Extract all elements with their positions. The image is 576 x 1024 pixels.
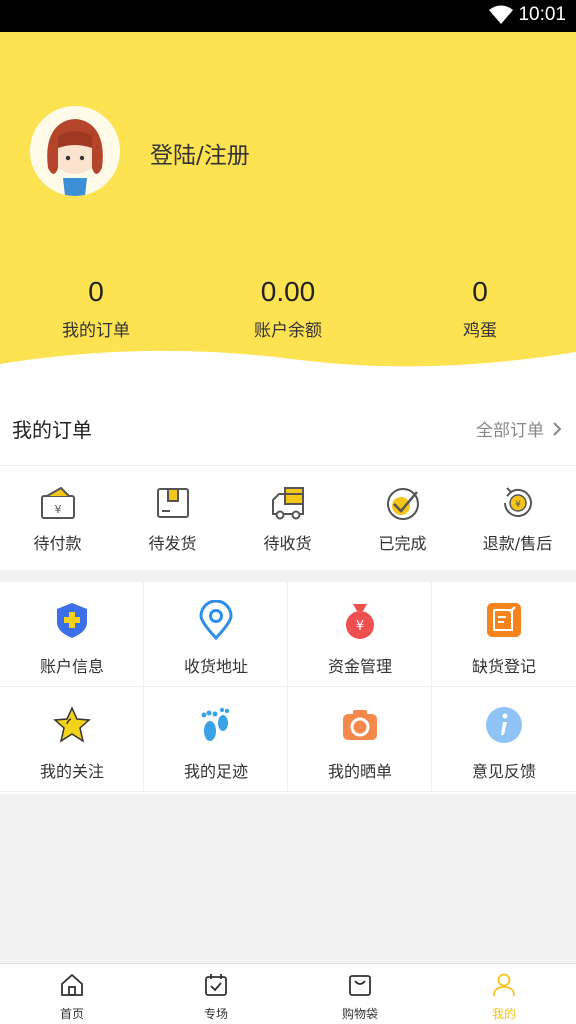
calendar-check-icon — [205, 974, 227, 996]
grid-funds[interactable]: ¥ 资金管理 — [288, 582, 432, 687]
person-icon — [493, 973, 515, 997]
check-circle-icon — [387, 488, 419, 520]
home-icon — [61, 973, 83, 996]
grid-stockout-label: 缺货登记 — [471, 657, 536, 676]
order-pending-receipt-label: 待收货 — [263, 534, 312, 553]
delivery-truck-icon — [272, 487, 304, 520]
grid-account-info[interactable]: 账户信息 — [0, 582, 144, 687]
tab-home[interactable]: 首页 — [0, 964, 144, 1024]
location-pin-icon — [199, 600, 233, 640]
order-pending-shipment[interactable]: 待发货 — [115, 466, 230, 570]
grid-account-info-label: 账户信息 — [39, 657, 104, 676]
wallet-yen-icon: ¥ — [41, 486, 75, 519]
stat-eggs-value: 0 — [472, 276, 488, 307]
svg-text:¥: ¥ — [55, 503, 62, 516]
shield-plus-icon — [57, 603, 87, 638]
stat-balance[interactable]: 0.00 账户余额 — [192, 272, 384, 341]
stat-eggs[interactable]: 0 鸡蛋 — [384, 272, 576, 341]
order-completed[interactable]: 已完成 — [345, 466, 460, 570]
grid-reviews-label: 我的晒单 — [327, 762, 392, 781]
tab-cart[interactable]: 购物袋 — [288, 964, 432, 1024]
stat-orders-label: 我的订单 — [62, 321, 130, 341]
tab-mine[interactable]: 我的 — [432, 964, 576, 1024]
stat-balance-value: 0.00 — [260, 276, 316, 307]
grid-favorites[interactable]: 我的关注 — [0, 687, 144, 792]
tab-cart-label: 购物袋 — [341, 1007, 378, 1021]
grid-stockout[interactable]: 缺货登记 — [432, 582, 576, 687]
grid-funds-label: 资金管理 — [327, 657, 392, 676]
edit-note-icon — [487, 603, 521, 637]
shopping-bag-icon — [349, 975, 371, 996]
grid-footprints[interactable]: 我的足迹 — [144, 687, 288, 792]
login-register-link[interactable]: 登陆/注册 — [150, 136, 250, 170]
camera-icon — [343, 710, 377, 740]
tab-home-label: 首页 — [59, 1007, 84, 1021]
info-icon — [486, 707, 522, 743]
header-wave — [0, 350, 576, 392]
grid-favorites-label: 我的关注 — [39, 762, 104, 781]
profile-header: 登陆/注册 0 我的订单 0.00 账户余额 0 鸡蛋 — [0, 32, 576, 392]
grid-footprints-label: 我的足迹 — [183, 762, 248, 781]
order-completed-label: 已完成 — [378, 534, 427, 553]
tab-mine-label: 我的 — [491, 1007, 516, 1021]
status-bar: 10:01 — [0, 0, 576, 32]
order-pending-shipment-label: 待发货 — [148, 534, 197, 553]
all-orders-link[interactable]: 全部订单 — [476, 416, 544, 441]
tab-specials[interactable]: 专场 — [144, 964, 288, 1024]
order-pending-payment-label: 待付款 — [33, 534, 82, 553]
order-refund-label: 退款/售后 — [482, 534, 553, 553]
grid-feedback-label: 意见反馈 — [471, 762, 536, 781]
svg-text:¥: ¥ — [356, 619, 364, 634]
svg-text:¥: ¥ — [515, 500, 521, 510]
order-status-row: ¥ 待付款 待发货 待收货 已完成 ¥ 退款/售后 — [0, 466, 576, 570]
money-bag-icon: ¥ — [346, 604, 374, 639]
wifi-icon — [489, 5, 513, 24]
bottom-tab-bar: 首页 专场 购物袋 我的 — [0, 963, 576, 1024]
package-box-icon — [157, 488, 189, 518]
services-grid: 账户信息 收货地址 ¥ 资金管理 缺货登记 我的关注 我的足迹 我的晒单 意见反… — [0, 582, 576, 794]
order-pending-receipt[interactable]: 待收货 — [230, 466, 345, 570]
stat-eggs-label: 鸡蛋 — [463, 321, 497, 341]
refund-yen-icon: ¥ — [504, 487, 532, 517]
orders-title: 我的订单 — [12, 418, 92, 442]
chevron-right-icon[interactable] — [552, 421, 562, 437]
order-pending-payment[interactable]: ¥ 待付款 — [0, 466, 115, 570]
footprint-icon — [201, 707, 230, 741]
stat-orders-value: 0 — [88, 276, 104, 307]
stat-balance-label: 账户余额 — [254, 321, 322, 341]
avatar[interactable] — [30, 106, 120, 196]
star-icon — [53, 706, 91, 743]
status-time: 10:01 — [518, 4, 566, 25]
tab-specials-label: 专场 — [203, 1007, 228, 1021]
grid-feedback[interactable]: 意见反馈 — [432, 687, 576, 792]
grid-address-label: 收货地址 — [183, 657, 248, 676]
order-refund[interactable]: ¥ 退款/售后 — [460, 466, 575, 570]
grid-address[interactable]: 收货地址 — [144, 582, 288, 687]
grid-reviews[interactable]: 我的晒单 — [288, 687, 432, 792]
stat-orders[interactable]: 0 我的订单 — [0, 272, 192, 341]
girl-avatar-icon — [30, 106, 120, 196]
orders-header: 我的订单 全部订单 — [0, 392, 576, 466]
